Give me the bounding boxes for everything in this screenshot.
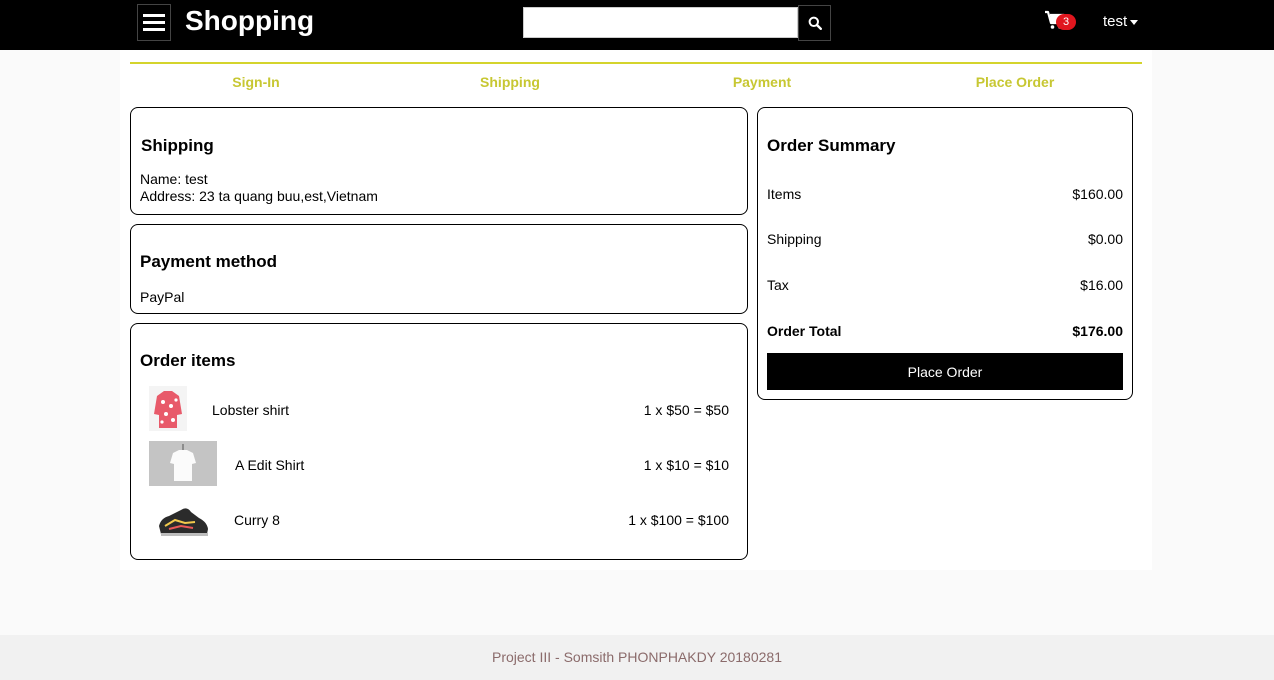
payment-card: Payment method PayPal (130, 224, 748, 314)
summary-shipping-value: $0.00 (1087, 231, 1123, 247)
top-navbar: Shopping 3 test (0, 0, 1274, 50)
summary-total-label: Order Total (767, 323, 842, 339)
search-button[interactable] (798, 5, 831, 41)
summary-shipping-label: Shipping (767, 231, 822, 247)
item-price-curry-8: 1 x $100 = $100 (628, 512, 729, 528)
summary-items-value: $160.00 (1072, 186, 1123, 202)
step-payment: Payment (732, 74, 792, 90)
item-name-lobster-shirt[interactable]: Lobster shirt (212, 402, 289, 418)
summary-total-value: $176.00 (1072, 323, 1123, 339)
step-sign-in: Sign-In (232, 74, 280, 90)
shipping-address: Address: 23 ta quang buu,est,Vietnam (140, 188, 378, 204)
item-name-curry-8[interactable]: Curry 8 (234, 512, 280, 528)
cart-count-badge: 3 (1056, 14, 1076, 30)
payment-title: Payment method (140, 252, 277, 271)
footer-text: Project III - Somsith PHONPHAKDY 2018028… (492, 649, 782, 665)
place-order-button[interactable]: Place Order (767, 353, 1123, 390)
footer: Project III - Somsith PHONPHAKDY 2018028… (0, 635, 1274, 680)
item-price-lobster-shirt: 1 x $50 = $50 (643, 402, 729, 418)
item-name-edit-shirt[interactable]: A Edit Shirt (235, 457, 304, 473)
order-items-card: Order items Lobster shirt 1 x $50 = $50 … (130, 323, 748, 560)
main-content: Sign-In Shipping Payment Place Order Shi… (120, 50, 1152, 570)
caret-down-icon (1130, 20, 1139, 25)
step-place-order: Place Order (975, 74, 1055, 90)
step-shipping: Shipping (480, 74, 540, 90)
checkout-steps: Sign-In Shipping Payment Place Order (130, 62, 1142, 98)
product-image-lobster-shirt[interactable] (149, 386, 187, 431)
product-image-edit-shirt[interactable] (149, 441, 217, 486)
shipping-title: Shipping (141, 136, 214, 155)
shipping-card: Shipping Name: test Address: 23 ta quang… (130, 107, 748, 215)
hamburger-menu-icon[interactable] (137, 4, 171, 41)
order-summary-title: Order Summary (767, 136, 896, 155)
search-icon (808, 16, 822, 30)
order-items-title: Order items (140, 351, 236, 370)
brand-logo[interactable]: Shopping (185, 5, 314, 37)
product-image-curry-8[interactable] (155, 496, 211, 541)
user-name: test (1103, 13, 1128, 30)
shipping-name: Name: test (140, 171, 208, 187)
summary-items-label: Items (767, 186, 802, 202)
cart-link[interactable]: 3 (1044, 10, 1080, 34)
user-dropdown[interactable]: test (1103, 13, 1139, 30)
item-price-edit-shirt: 1 x $10 = $10 (643, 457, 729, 473)
search-input[interactable] (523, 7, 798, 38)
payment-method: PayPal (140, 289, 185, 305)
order-summary-card: Order Summary Items $160.00 Shipping $0.… (757, 107, 1133, 400)
summary-tax-value: $16.00 (1080, 277, 1123, 293)
summary-tax-label: Tax (767, 277, 789, 293)
